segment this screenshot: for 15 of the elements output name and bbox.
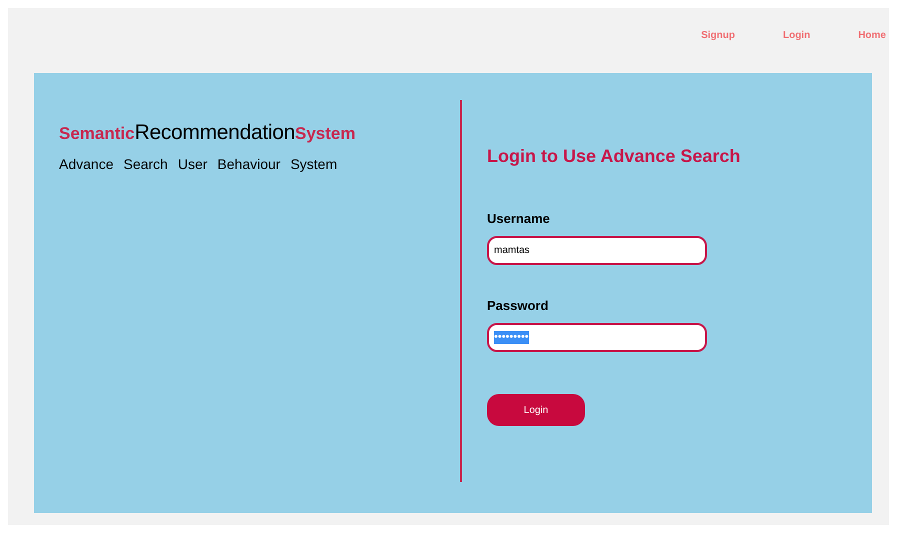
app-title: SemanticRecommendationSystem <box>59 121 356 145</box>
login-button[interactable]: Login <box>487 394 585 426</box>
password-field[interactable]: ••••••••• <box>487 323 707 352</box>
tagline-word: Search <box>123 156 168 172</box>
nav-link[interactable]: Home <box>858 30 886 43</box>
tagline-word: User <box>178 156 208 172</box>
form-title: Login to Use Advance Search <box>487 146 740 167</box>
tagline-word: System <box>290 156 338 172</box>
tagline-word: Advance <box>59 156 114 172</box>
username-field[interactable]: mamtas <box>487 236 707 265</box>
tagline-word: Behaviour <box>217 156 280 172</box>
field-label: Username <box>487 211 550 226</box>
field-label: Password <box>487 298 548 313</box>
nav-link[interactable]: Login <box>782 30 810 43</box>
nav-link[interactable]: Signup <box>701 30 735 43</box>
